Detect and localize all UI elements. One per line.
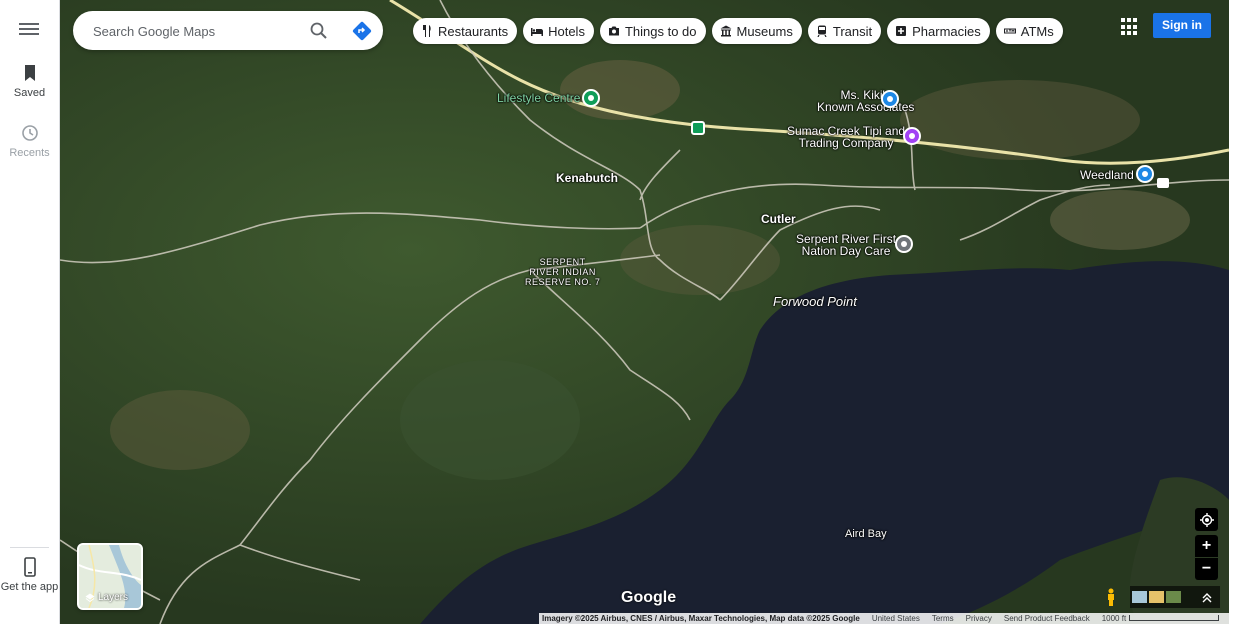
right-edge [1229, 0, 1235, 624]
zoom-out-button[interactable]: − [1195, 558, 1218, 580]
scale-label: 1000 ft [1101, 614, 1127, 623]
chip-atms-label: ATMs [1020, 23, 1054, 39]
category-chips: Restaurants Hotels Things to do Museums … [413, 18, 1063, 44]
imagery-thumbnails [1130, 586, 1220, 608]
side-rail: Saved Recents Get the app [0, 0, 60, 624]
menu-icon[interactable] [17, 20, 41, 40]
chip-things-label: Things to do [624, 23, 697, 39]
label-cutler: Cutler [761, 212, 796, 226]
chip-transit[interactable]: Transit [807, 18, 882, 44]
daycare-pin-icon[interactable] [895, 235, 913, 253]
search-icon[interactable] [309, 21, 329, 41]
chip-museums-label: Museums [736, 23, 793, 39]
label-lifestyle-centre[interactable]: Lifestyle Centre [497, 91, 580, 105]
scale-indicator[interactable]: 1000 ft [1101, 614, 1220, 623]
atm-icon [1003, 28, 1016, 34]
chip-hotels[interactable]: Hotels [523, 18, 594, 44]
history-icon [21, 125, 38, 141]
phone-icon [23, 557, 36, 577]
chip-museums[interactable]: Museums [711, 18, 802, 44]
label-reserve-line2: RIVER INDIAN [529, 267, 596, 277]
label-sumac-line2: Trading Company [798, 136, 894, 150]
label-ms-kikis[interactable]: Ms. Kiki's Known Associates [817, 89, 914, 113]
label-weedland[interactable]: Weedland [1080, 168, 1134, 182]
google-logo: Google [621, 589, 677, 606]
chip-atms[interactable]: ATMs [995, 18, 1063, 44]
rail-divider [10, 547, 49, 548]
recents-label: Recents [9, 147, 50, 159]
footer-bar: Imagery ©2025 Airbus, CNES / Airbus, Max… [539, 613, 1229, 624]
my-location-button[interactable] [1195, 508, 1218, 531]
footer-feedback[interactable]: Send Product Feedback [1004, 614, 1090, 623]
chip-transit-label: Transit [832, 23, 873, 39]
chip-hotels-label: Hotels [548, 23, 585, 39]
label-kenabutch: Kenabutch [556, 171, 619, 185]
home-pin-icon[interactable] [1157, 178, 1169, 188]
layers-label: Layers [98, 592, 129, 603]
label-reserve-line1: SERPENT [539, 257, 586, 267]
label-sumac-creek[interactable]: Sumac Creek Tipi and Trading Company [787, 125, 905, 149]
search-input[interactable] [91, 20, 295, 42]
label-reserve-line3: RESERVE NO. 7 [525, 277, 601, 287]
footer-privacy[interactable]: Privacy [966, 614, 992, 623]
saved-label: Saved [13, 87, 46, 99]
search-box [73, 11, 383, 50]
lifestyle-pin-icon[interactable] [582, 89, 600, 107]
scale-bar [1129, 615, 1220, 621]
label-serpent-river-day-care[interactable]: Serpent River First Nation Day Care [796, 233, 896, 257]
get-app-button[interactable]: Get the app [0, 557, 59, 594]
zoom-in-button[interactable]: + [1195, 535, 1218, 557]
chip-pharmacies-label: Pharmacies [912, 23, 981, 39]
sign-in-button[interactable]: Sign in [1153, 13, 1211, 38]
bookmark-icon [24, 65, 35, 81]
get-app-label: Get the app [0, 581, 59, 593]
footer-country[interactable]: United States [872, 614, 920, 623]
satellite-map[interactable]: Lifestyle Centre Ms. Kiki's Known Associ… [60, 0, 1229, 624]
shopping-pin-icon[interactable] [881, 90, 899, 108]
recents-button[interactable]: Recents [0, 123, 59, 159]
map-imagery [60, 0, 1229, 624]
pegman-icon [1108, 588, 1114, 606]
train-icon [817, 25, 827, 37]
thumb-terrain[interactable] [1149, 591, 1164, 603]
museum-icon [720, 25, 731, 37]
park-pin-icon[interactable] [691, 121, 705, 135]
label-ms-kikis-line2: Known Associates [817, 100, 915, 114]
chevron-up-icon[interactable] [1201, 591, 1213, 603]
layers-caption: Layers [85, 592, 128, 603]
chip-restaurants-label: Restaurants [438, 23, 509, 39]
thumb-satellite[interactable] [1166, 591, 1181, 603]
layers-button[interactable]: Layers [77, 543, 143, 610]
attraction-pin-icon[interactable] [903, 127, 921, 145]
chip-pharmacies[interactable]: Pharmacies [887, 18, 990, 44]
camera-icon [608, 26, 619, 36]
footer-terms[interactable]: Terms [932, 614, 954, 623]
thumb-default[interactable] [1132, 591, 1147, 603]
imagery-credit: Imagery ©2025 Airbus, CNES / Airbus, Max… [542, 614, 860, 623]
pegman-button[interactable] [1101, 586, 1121, 608]
chip-restaurants[interactable]: Restaurants [413, 18, 518, 44]
apps-grid-icon[interactable] [1120, 17, 1140, 37]
fork-knife-icon [423, 25, 431, 37]
weedland-pin-icon[interactable] [1136, 165, 1154, 183]
pharmacy-icon [896, 26, 907, 36]
directions-icon[interactable] [351, 20, 373, 42]
label-aird-bay: Aird Bay [845, 528, 887, 540]
label-reserve: SERPENT RIVER INDIAN RESERVE NO. 7 [525, 257, 600, 287]
chip-things-to-do[interactable]: Things to do [599, 18, 706, 44]
saved-button[interactable]: Saved [0, 63, 59, 99]
location-target-icon [1199, 512, 1214, 527]
layers-icon [85, 593, 95, 602]
label-forwood-point: Forwood Point [773, 294, 857, 309]
bed-icon [531, 28, 544, 36]
label-serpent-line2: Nation Day Care [801, 244, 891, 258]
